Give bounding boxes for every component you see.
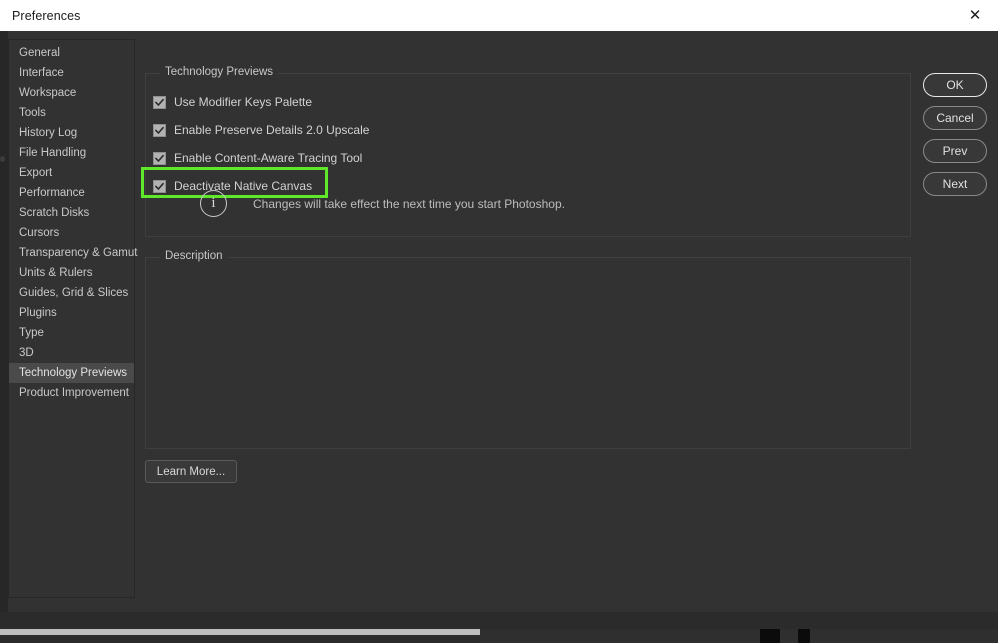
sidebar-item-scratch-disks[interactable]: Scratch Disks [9, 203, 134, 223]
checkbox-row-enable-preserve-details-2-0-upscale[interactable]: Enable Preserve Details 2.0 Upscale [153, 120, 369, 140]
dialog-button-column: OK Cancel Prev Next [923, 73, 987, 205]
checkbox-label: Use Modifier Keys Palette [174, 95, 313, 109]
checkbox-label: Enable Preserve Details 2.0 Upscale [174, 123, 370, 137]
taskbar-segment [480, 629, 760, 643]
checkbox-row-use-modifier-keys-palette[interactable]: Use Modifier Keys Palette [153, 92, 312, 112]
bottom-light-strip [0, 629, 480, 635]
sidebar-item-units-rulers[interactable]: Units & Rulers [9, 263, 134, 283]
sidebar-item-type[interactable]: Type [9, 323, 134, 343]
sidebar-item-performance[interactable]: Performance [9, 183, 134, 203]
sidebar-item-export[interactable]: Export [9, 163, 134, 183]
next-button[interactable]: Next [923, 172, 987, 196]
preferences-category-list[interactable]: General Interface Workspace Tools History Lo… [8, 39, 137, 598]
sidebar-item-guides-grid-slices[interactable]: Guides, Grid & Slices [9, 283, 134, 303]
checkbox-deactivate-native-canvas[interactable] [153, 179, 166, 193]
sidebar-item-tools[interactable]: Tools [9, 103, 134, 123]
checkbox-enable-preserve-details-2-0-upscale[interactable] [153, 123, 166, 137]
sidebar-item-plugins[interactable]: Plugins [9, 303, 134, 323]
restart-note: i Changes will take effect the next time… [200, 190, 565, 217]
close-icon[interactable]: ✕ [952, 0, 998, 30]
learn-more-button[interactable]: Learn More... [145, 460, 237, 483]
sidebar-item-3d[interactable]: 3D [9, 343, 134, 363]
window-left-edge [0, 31, 8, 612]
sidebar-item-technology-previews[interactable]: Technology Previews [9, 363, 134, 383]
sidebar-item-cursors[interactable]: Cursors [9, 223, 134, 243]
sidebar-item-general[interactable]: General [9, 43, 134, 63]
restart-note-text: Changes will take effect the next time y… [253, 196, 565, 211]
bottom-taskbar-strip [480, 629, 998, 643]
checkbox-row-enable-content-aware-tracing-tool[interactable]: Enable Content-Aware Tracing Tool [153, 148, 362, 168]
taskbar-segment [810, 629, 998, 643]
taskbar-segment [780, 629, 798, 643]
sidebar-item-product-improvement[interactable]: Product Improvement [9, 383, 134, 403]
sidebar-item-history-log[interactable]: History Log [9, 123, 134, 143]
info-icon: i [200, 190, 227, 217]
checkbox-enable-content-aware-tracing-tool[interactable] [153, 151, 166, 165]
description-group: Description [145, 250, 911, 449]
sidebar-item-transparency-gamut[interactable]: Transparency & Gamut [9, 243, 137, 263]
checkbox-label: Enable Content-Aware Tracing Tool [174, 151, 363, 165]
preferences-dialog-screen: Preferences ✕ General Interface Workspace T… [0, 0, 998, 643]
sidebar-item-file-handling[interactable]: File Handling [9, 143, 134, 163]
technology-previews-legend: Technology Previews [160, 66, 279, 78]
description-legend: Description [160, 250, 228, 262]
ok-button[interactable]: OK [923, 73, 987, 97]
dialog-body: General Interface Workspace Tools History Lo… [0, 31, 998, 643]
checkbox-use-modifier-keys-palette[interactable] [153, 95, 166, 109]
resize-nub-icon [0, 156, 5, 162]
description-text [146, 258, 910, 286]
window-title: Preferences [12, 8, 81, 23]
title-bar: Preferences ✕ [0, 0, 998, 32]
sidebar-item-interface[interactable]: Interface [9, 63, 134, 83]
sidebar-item-workspace[interactable]: Workspace [9, 83, 134, 103]
prev-button[interactable]: Prev [923, 139, 987, 163]
cancel-button[interactable]: Cancel [923, 106, 987, 130]
